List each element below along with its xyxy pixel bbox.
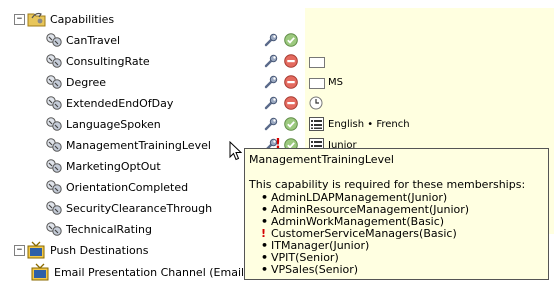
capability-item-label[interactable]: OrientationCompleted [66,177,188,197]
capability-item-label[interactable]: MarketingOptOut [66,156,161,176]
capability-item-label[interactable]: Degree [66,72,106,92]
tooltip-description: This capability is required for these me… [249,178,526,191]
capability-icon [46,117,62,131]
membership-tooltip: ManagementTrainingLevel This capability … [244,148,549,280]
capabilities-node[interactable]: Capabilities [50,9,114,29]
email-presentation-channel-label: Email Presentation Channel (Email [54,265,245,279]
capability-value-text: MS [328,76,343,88]
collapse-push-destinations-toggle[interactable]: − [14,245,25,256]
push-destinations-node[interactable]: Push Destinations [50,240,148,260]
remove-icon[interactable] [284,96,298,110]
remove-icon[interactable] [284,75,298,89]
clock-icon[interactable] [309,96,323,110]
list-values-icon[interactable] [309,117,324,131]
capability-icon [46,180,62,194]
capability-icon [46,201,62,215]
capability-item-label[interactable]: LanguageSpoken [66,114,161,134]
membership-item: • VPSales(Senior) [261,264,544,276]
wrench-icon[interactable] [264,54,278,68]
remove-icon[interactable] [284,54,298,68]
value-field[interactable] [309,78,325,89]
mouse-pointer-icon [229,141,242,161]
capability-icon [46,96,62,110]
ok-check-icon[interactable] [284,33,298,47]
capability-item-label[interactable]: ManagementTrainingLevel [66,135,211,155]
email-presentation-channel-node[interactable]: Email Presentation Channel (Email [54,262,244,282]
capability-icon [46,222,62,236]
membership-text: VPSales(Senior) [271,263,359,276]
capability-icon [46,75,62,89]
collapse-capabilities-toggle[interactable]: − [14,14,25,25]
wrench-icon[interactable] [264,117,278,131]
ok-check-icon[interactable] [284,117,298,131]
wrench-icon[interactable] [264,96,278,110]
push-destinations-label: Push Destinations [50,243,149,257]
capability-item-label[interactable]: ConsultingRate [66,51,150,71]
capabilities-label: Capabilities [50,12,115,26]
capabilities-folder-icon [27,12,46,27]
capability-item-label[interactable]: CanTravel [66,30,120,50]
wrench-icon[interactable] [264,75,278,89]
capability-value-text: English • French [328,118,410,130]
tooltip-title: ManagementTrainingLevel [249,153,394,166]
bullet-icon: • [261,263,269,276]
capability-icon [46,138,62,152]
capability-icon [46,159,62,173]
capability-item-label[interactable]: SecurityClearanceThrough [66,198,212,218]
capability-item-label[interactable]: TechnicalRating [66,219,152,239]
value-field[interactable] [309,57,325,68]
wrench-icon[interactable] [264,33,278,47]
push-destinations-icon [27,241,45,259]
membership-list: • AdminLDAPManagement(Junior) • AdminResour… [249,192,544,276]
email-channel-icon [31,263,49,281]
capability-icon [46,33,62,47]
capability-icon [46,54,62,68]
capability-item-label[interactable]: ExtendedEndOfDay [66,93,173,113]
